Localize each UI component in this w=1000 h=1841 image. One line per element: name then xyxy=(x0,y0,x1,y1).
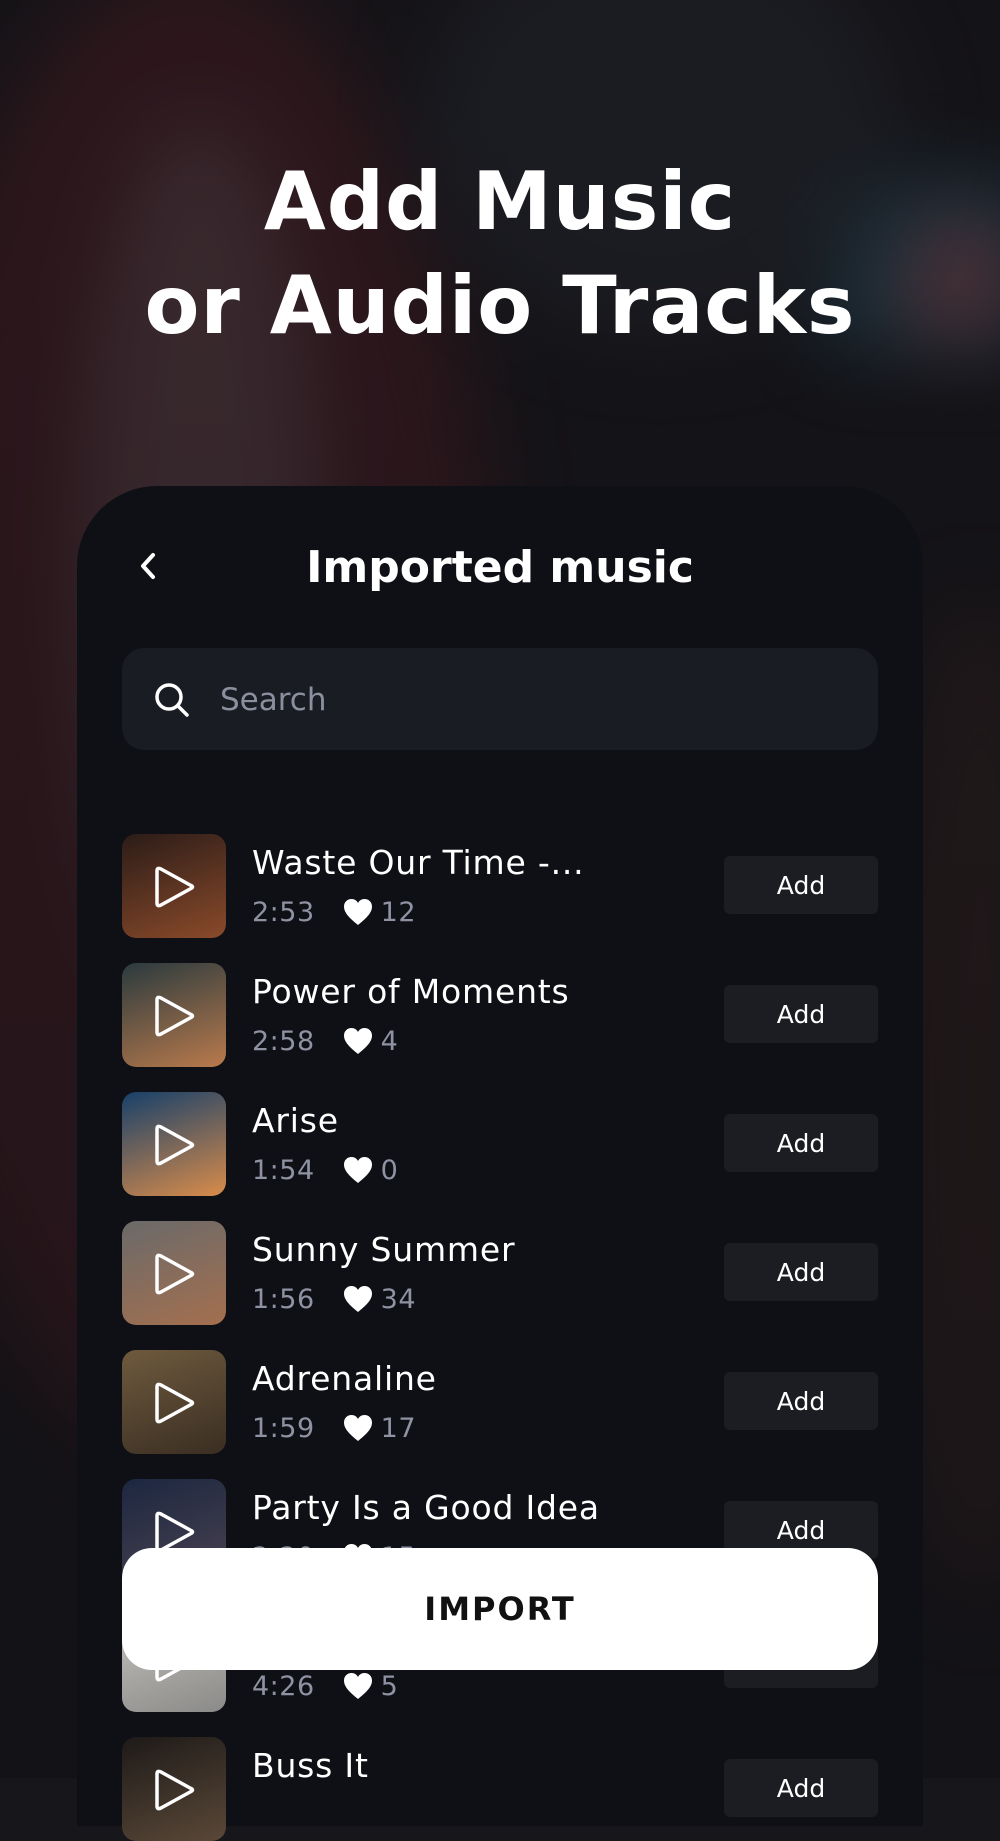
track-row[interactable]: Arise 1:54 0 Add xyxy=(122,1092,878,1196)
track-row[interactable]: Power of Moments 2:58 4 Add xyxy=(122,963,878,1067)
play-icon[interactable] xyxy=(152,1380,198,1426)
search-icon xyxy=(155,683,189,717)
headline-line-1: Add Music xyxy=(263,155,737,248)
heart-icon xyxy=(343,899,372,925)
search-bar[interactable] xyxy=(122,648,878,750)
add-button[interactable]: Add xyxy=(724,1114,878,1172)
track-thumbnail[interactable] xyxy=(122,1221,226,1325)
track-likes: 5 xyxy=(380,1670,399,1702)
play-icon[interactable] xyxy=(152,1122,198,1168)
track-thumbnail[interactable] xyxy=(122,1092,226,1196)
add-button[interactable]: Add xyxy=(724,1759,878,1817)
headline: Add Music or Audio Tracks xyxy=(0,150,1000,358)
heart-icon xyxy=(343,1673,372,1699)
track-meta: 2:53 12 xyxy=(252,894,416,930)
track-row[interactable]: Waste Our Time -... 2:53 12 Add xyxy=(122,834,878,938)
track-meta: 1:56 34 xyxy=(252,1281,416,1317)
track-meta: 1:54 0 xyxy=(252,1152,398,1188)
import-button[interactable]: IMPORT xyxy=(122,1548,878,1670)
add-button[interactable]: Add xyxy=(724,856,878,914)
track-title: Power of Moments xyxy=(252,972,570,1011)
track-likes: 17 xyxy=(380,1412,416,1444)
track-meta: 2:58 4 xyxy=(252,1023,398,1059)
track-meta: 1:59 17 xyxy=(252,1410,416,1446)
add-button[interactable]: Add xyxy=(724,1372,878,1430)
track-thumbnail[interactable] xyxy=(122,963,226,1067)
headline-line-2: or Audio Tracks xyxy=(144,259,856,352)
heart-icon xyxy=(343,1415,372,1441)
play-icon[interactable] xyxy=(152,1251,198,1297)
track-duration: 4:26 xyxy=(252,1670,315,1702)
play-icon[interactable] xyxy=(152,1767,198,1813)
heart-icon xyxy=(343,1028,372,1054)
play-icon[interactable] xyxy=(152,864,198,910)
track-title: Party Is a Good Idea xyxy=(252,1488,600,1527)
track-meta: 4:26 5 xyxy=(252,1668,398,1704)
track-row[interactable]: Sunny Summer 1:56 34 Add xyxy=(122,1221,878,1325)
track-row[interactable]: Buss It Add xyxy=(122,1737,878,1841)
track-duration: 2:53 xyxy=(252,896,315,928)
track-duration: 1:59 xyxy=(252,1412,315,1444)
track-title: Adrenaline xyxy=(252,1359,437,1398)
track-likes: 4 xyxy=(380,1025,399,1057)
track-title: Arise xyxy=(252,1101,339,1140)
heart-icon xyxy=(343,1286,372,1312)
track-title: Buss It xyxy=(252,1746,369,1785)
add-button[interactable]: Add xyxy=(724,985,878,1043)
track-title: Sunny Summer xyxy=(252,1230,516,1269)
track-thumbnail[interactable] xyxy=(122,1737,226,1841)
add-button[interactable]: Add xyxy=(724,1243,878,1301)
track-thumbnail[interactable] xyxy=(122,834,226,938)
track-title: Waste Our Time -... xyxy=(252,843,585,882)
panel-title: Imported music xyxy=(306,542,694,593)
track-likes: 12 xyxy=(380,896,416,928)
search-input[interactable] xyxy=(218,674,842,726)
track-likes: 0 xyxy=(380,1154,399,1186)
track-duration: 1:54 xyxy=(252,1154,315,1186)
heart-icon xyxy=(343,1157,372,1183)
track-duration: 1:56 xyxy=(252,1283,315,1315)
track-row[interactable]: Adrenaline 1:59 17 Add xyxy=(122,1350,878,1454)
track-thumbnail[interactable] xyxy=(122,1350,226,1454)
track-likes: 34 xyxy=(380,1283,416,1315)
play-icon[interactable] xyxy=(152,993,198,1039)
track-duration: 2:58 xyxy=(252,1025,315,1057)
